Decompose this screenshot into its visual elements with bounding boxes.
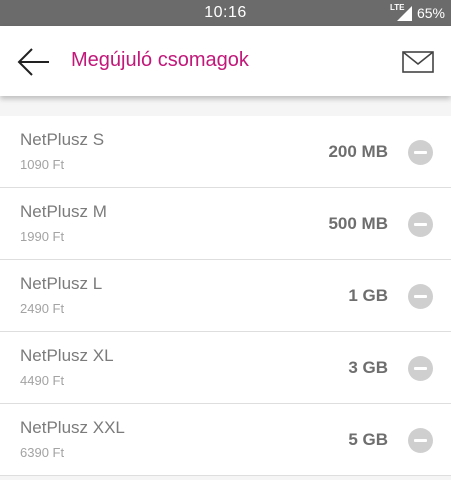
arrow-left-icon — [17, 48, 49, 76]
package-data-size: 5 GB — [348, 430, 388, 449]
package-name: NetPlusz XL — [20, 346, 114, 365]
status-indicators: LTE 65% — [390, 3, 445, 23]
list-item: NetPlusz S 1090 Ft 200 MB — [0, 116, 451, 188]
minus-circle-icon — [414, 295, 427, 298]
list-item: NetPlusz L 2490 Ft 1 GB — [0, 260, 451, 332]
minus-circle-icon — [414, 439, 427, 442]
remove-button[interactable] — [408, 428, 433, 453]
mail-button[interactable] — [401, 48, 435, 76]
package-data-size: 1 GB — [348, 286, 388, 305]
remove-button[interactable] — [408, 140, 433, 165]
package-price: 1090 Ft — [20, 157, 65, 172]
package-data-size: 500 MB — [328, 214, 388, 233]
remove-button[interactable] — [408, 284, 433, 309]
package-price: 1990 Ft — [20, 229, 65, 244]
package-price: 4490 Ft — [20, 373, 65, 388]
minus-circle-icon — [414, 151, 427, 154]
signal-strength-icon — [396, 6, 412, 21]
package-name: NetPlusz L — [20, 274, 103, 293]
package-list: NetPlusz S 1090 Ft 200 MB NetPlusz M 199… — [0, 116, 451, 476]
status-time: 10:16 — [204, 4, 247, 21]
list-item: NetPlusz M 1990 Ft 500 MB — [0, 188, 451, 260]
minus-circle-icon — [414, 223, 427, 226]
page-title: Megújuló csomagok — [71, 49, 249, 71]
list-item: NetPlusz XL 4490 Ft 3 GB — [0, 332, 451, 404]
package-name: NetPlusz M — [20, 202, 107, 221]
package-name: NetPlusz S — [20, 130, 105, 149]
package-price: 2490 Ft — [20, 301, 65, 316]
app-bar: Megújuló csomagok — [0, 26, 451, 96]
list-item: NetPlusz XXL 6390 Ft 5 GB — [0, 404, 451, 476]
remove-button[interactable] — [408, 212, 433, 237]
minus-circle-icon — [414, 367, 427, 370]
package-name: NetPlusz XXL — [20, 418, 125, 437]
remove-button[interactable] — [408, 356, 433, 381]
package-price: 6390 Ft — [20, 445, 65, 460]
battery-level: 65% — [416, 5, 445, 21]
package-data-size: 200 MB — [328, 142, 388, 161]
back-button[interactable] — [14, 44, 54, 80]
envelope-icon — [402, 51, 434, 73]
signal-indicator: LTE — [390, 3, 412, 22]
status-bar: 10:16 LTE 65% — [0, 0, 451, 26]
package-data-size: 3 GB — [348, 358, 388, 377]
